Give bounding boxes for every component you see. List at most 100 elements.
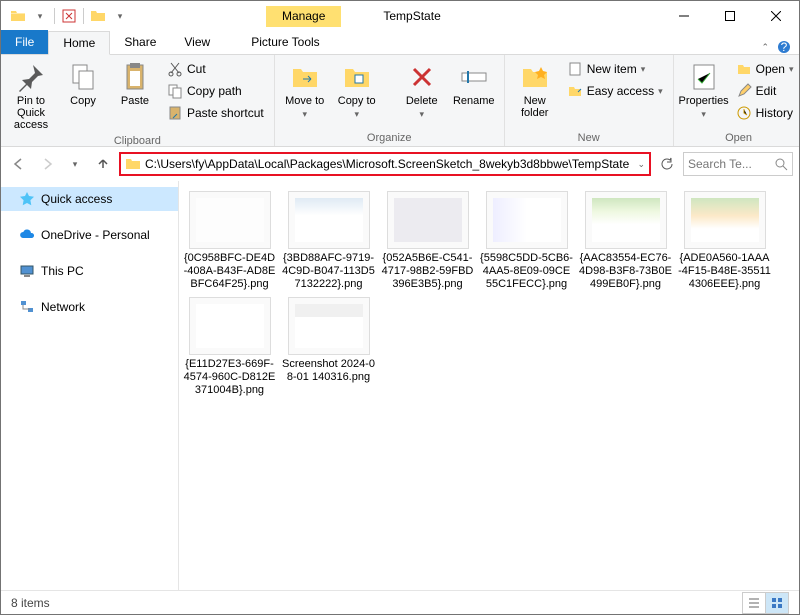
group-label-new: New bbox=[511, 130, 667, 144]
new-folder-qat-icon[interactable] bbox=[87, 5, 109, 27]
search-icon bbox=[775, 158, 788, 171]
file-item[interactable]: {3BD88AFC-9719-4C9D-B047-113D57132222}.p… bbox=[282, 191, 375, 291]
refresh-button[interactable] bbox=[655, 152, 679, 176]
view-switcher bbox=[743, 592, 789, 614]
maximize-button[interactable] bbox=[707, 1, 753, 31]
file-thumbnail bbox=[387, 191, 469, 249]
quick-access-label: Quick access bbox=[41, 192, 112, 206]
file-name: {5598C5DD-5CB6-4AA5-8E09-09CE55C1FECC}.p… bbox=[480, 252, 573, 291]
ribbon-group-new: New folder New item▾ Easy access▾ New bbox=[505, 55, 674, 146]
delete-button[interactable]: Delete▾ bbox=[398, 59, 446, 122]
file-item[interactable]: {ADE0A560-1AAA-4F15-B48E-355114306EEE}.p… bbox=[678, 191, 771, 291]
navigation-bar: ▾ C:\Users\fy\AppData\Local\Packages\Mic… bbox=[1, 147, 799, 181]
pin-quick-access-button[interactable]: Pin to Quick access bbox=[7, 59, 55, 133]
file-item[interactable]: {AAC83554-EC76-4D98-B3F8-73B0E499EB0F}.p… bbox=[579, 191, 672, 291]
file-thumbnail bbox=[189, 191, 271, 249]
pc-icon bbox=[19, 263, 35, 279]
copy-button[interactable]: Copy bbox=[59, 59, 107, 109]
file-thumbnail bbox=[486, 191, 568, 249]
rename-label: Rename bbox=[453, 95, 495, 107]
easy-access-label: Easy access bbox=[587, 84, 654, 98]
file-name: {ADE0A560-1AAA-4F15-B48E-355114306EEE}.p… bbox=[678, 252, 771, 291]
pin-label: Pin to Quick access bbox=[11, 95, 51, 131]
rename-button[interactable]: Rename bbox=[450, 59, 498, 109]
group-label-clipboard: Clipboard bbox=[7, 133, 268, 147]
sidebar-item-network[interactable]: Network bbox=[1, 295, 178, 319]
sidebar-item-quick-access[interactable]: Quick access bbox=[1, 187, 178, 211]
address-dropdown-icon[interactable]: ⌄ bbox=[637, 159, 645, 170]
back-button[interactable] bbox=[7, 152, 31, 176]
ribbon-group-open: Properties▾ Open▾ Edit History Open bbox=[674, 55, 800, 146]
navigation-pane: Quick access OneDrive - Personal This PC… bbox=[1, 181, 179, 590]
history-button[interactable]: History bbox=[732, 103, 798, 123]
cut-button[interactable]: Cut bbox=[163, 59, 268, 79]
item-count: 8 items bbox=[11, 596, 50, 610]
move-to-label: Move to bbox=[285, 95, 324, 107]
open-button[interactable]: Open▾ bbox=[732, 59, 798, 79]
file-thumbnail bbox=[189, 297, 271, 355]
collapse-ribbon-icon[interactable]: ⌃ bbox=[761, 42, 769, 53]
new-folder-label: New folder bbox=[515, 95, 555, 119]
forward-button[interactable] bbox=[35, 152, 59, 176]
ribbon-group-organize: Move to▾ Copy to▾ Delete▾ Rename Organiz… bbox=[275, 55, 505, 146]
search-box[interactable]: Search Te... bbox=[683, 152, 793, 176]
file-item[interactable]: {E11D27E3-669F-4574-960C-D812E371004B}.p… bbox=[183, 297, 276, 397]
file-tab[interactable]: File bbox=[1, 30, 48, 54]
file-item[interactable]: {0C958BFC-DE4D-408A-B43F-AD8EBFC64F25}.p… bbox=[183, 191, 276, 291]
cut-label: Cut bbox=[187, 62, 206, 76]
cloud-icon bbox=[19, 227, 35, 243]
copy-path-label: Copy path bbox=[187, 84, 242, 98]
picture-tools-tab[interactable]: Picture Tools bbox=[238, 30, 332, 54]
qat-customize-icon[interactable]: ▾ bbox=[109, 5, 131, 27]
folder-icon bbox=[125, 156, 141, 172]
properties-label: Properties bbox=[679, 95, 729, 107]
copy-to-button[interactable]: Copy to▾ bbox=[333, 59, 381, 122]
share-tab[interactable]: Share bbox=[110, 30, 170, 54]
star-icon bbox=[19, 191, 35, 207]
qat-dropdown-icon[interactable]: ▾ bbox=[29, 5, 51, 27]
file-name: {052A5B6E-C541-4717-98B2-59FBD396E3B5}.p… bbox=[381, 252, 474, 291]
history-label: History bbox=[756, 106, 793, 120]
titlebar: ▾ ▾ Manage TempState bbox=[1, 1, 799, 31]
paste-button[interactable]: Paste bbox=[111, 59, 159, 109]
move-to-button[interactable]: Move to▾ bbox=[281, 59, 329, 122]
sidebar-item-this-pc[interactable]: This PC bbox=[1, 259, 178, 283]
properties-qat-icon[interactable] bbox=[58, 5, 80, 27]
thumbnails-view-button[interactable] bbox=[765, 592, 789, 614]
address-bar[interactable]: C:\Users\fy\AppData\Local\Packages\Micro… bbox=[119, 152, 651, 176]
details-view-button[interactable] bbox=[742, 592, 766, 614]
folder-icon[interactable] bbox=[7, 5, 29, 27]
new-folder-button[interactable]: New folder bbox=[511, 59, 559, 121]
recent-locations-button[interactable]: ▾ bbox=[63, 152, 87, 176]
properties-button[interactable]: Properties▾ bbox=[680, 59, 728, 122]
file-item[interactable]: Screenshot 2024-08-01 140316.png bbox=[282, 297, 375, 397]
sidebar-item-onedrive[interactable]: OneDrive - Personal bbox=[1, 223, 178, 247]
file-item[interactable]: {052A5B6E-C541-4717-98B2-59FBD396E3B5}.p… bbox=[381, 191, 474, 291]
paste-shortcut-button[interactable]: Paste shortcut bbox=[163, 103, 268, 123]
file-item[interactable]: {5598C5DD-5CB6-4AA5-8E09-09CE55C1FECC}.p… bbox=[480, 191, 573, 291]
divider bbox=[83, 8, 84, 24]
content-area: Quick access OneDrive - Personal This PC… bbox=[1, 181, 799, 590]
file-thumbnail bbox=[288, 297, 370, 355]
help-icon[interactable]: ? bbox=[777, 40, 791, 54]
svg-text:?: ? bbox=[781, 40, 788, 54]
address-text: C:\Users\fy\AppData\Local\Packages\Micro… bbox=[145, 157, 633, 171]
copy-label: Copy bbox=[70, 95, 96, 107]
file-thumbnail bbox=[585, 191, 667, 249]
minimize-button[interactable] bbox=[661, 1, 707, 31]
close-button[interactable] bbox=[753, 1, 799, 31]
view-tab[interactable]: View bbox=[170, 30, 224, 54]
file-name: {3BD88AFC-9719-4C9D-B047-113D57132222}.p… bbox=[282, 252, 375, 291]
copy-path-button[interactable]: Copy path bbox=[163, 81, 268, 101]
file-thumbnail bbox=[288, 191, 370, 249]
edit-label: Edit bbox=[756, 84, 777, 98]
edit-button[interactable]: Edit bbox=[732, 81, 798, 101]
status-bar: 8 items bbox=[1, 590, 799, 614]
divider bbox=[54, 8, 55, 24]
paste-shortcut-label: Paste shortcut bbox=[187, 106, 264, 120]
file-list-area[interactable]: {0C958BFC-DE4D-408A-B43F-AD8EBFC64F25}.p… bbox=[179, 181, 799, 590]
up-button[interactable] bbox=[91, 152, 115, 176]
home-tab[interactable]: Home bbox=[48, 31, 110, 55]
easy-access-button[interactable]: Easy access▾ bbox=[563, 81, 667, 101]
new-item-button[interactable]: New item▾ bbox=[563, 59, 667, 79]
